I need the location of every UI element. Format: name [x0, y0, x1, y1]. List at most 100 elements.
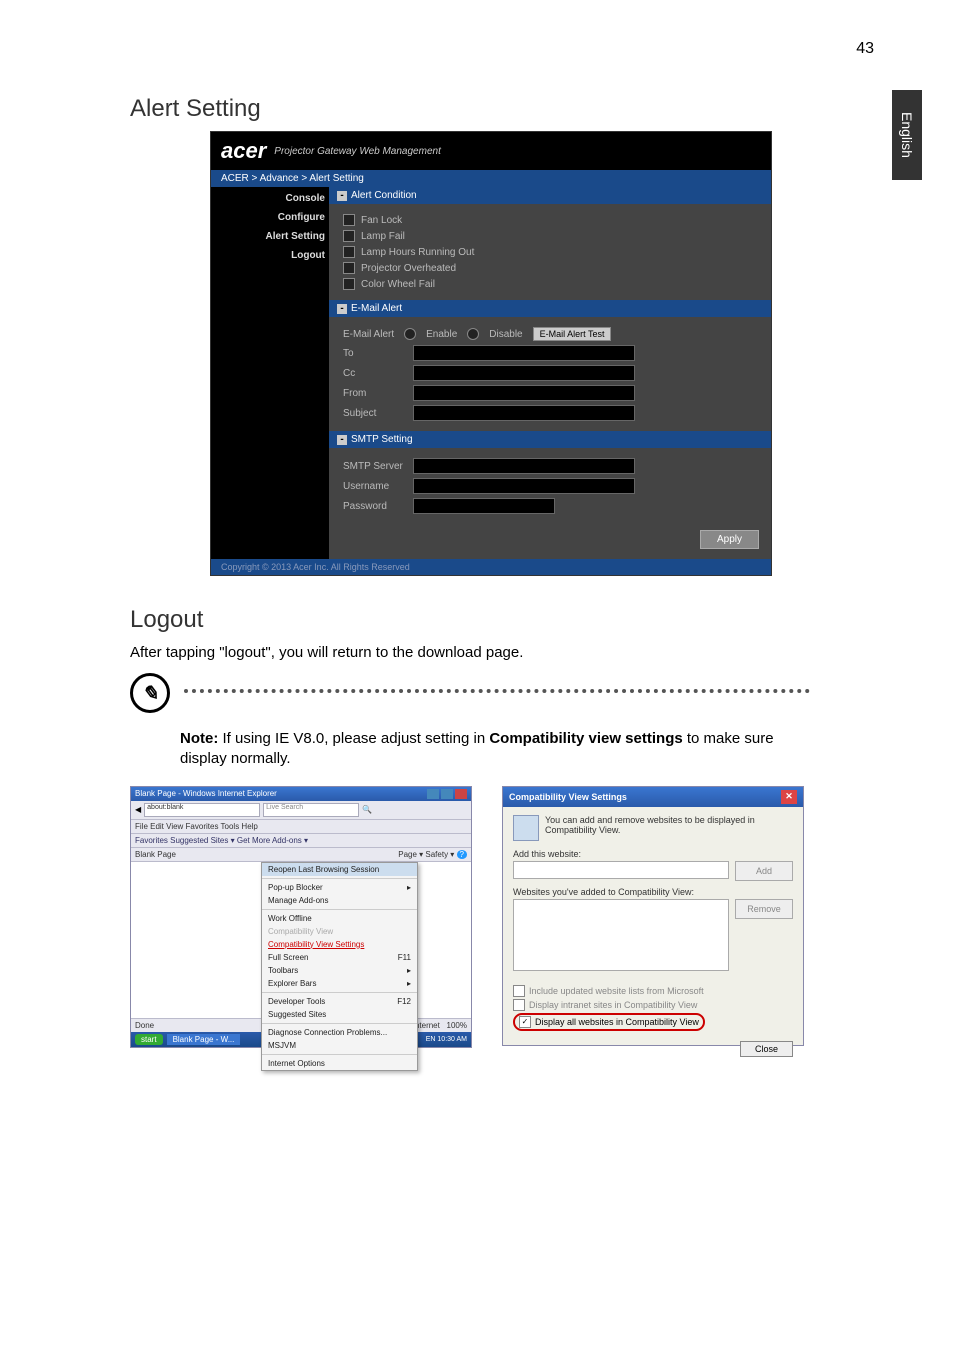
menu-configure[interactable]: Configure	[278, 212, 325, 223]
ie-favorites-bar[interactable]: Favorites Suggested Sites ▾ Get More Add…	[131, 834, 471, 848]
check-label: Fan Lock	[361, 215, 402, 226]
menu-toolbars[interactable]: Toolbars▸	[262, 964, 417, 977]
menu-internet-options[interactable]: Internet Options	[262, 1057, 417, 1070]
smtp-pass-input[interactable]	[413, 498, 555, 514]
menu-separator	[262, 992, 417, 993]
menu-suggested[interactable]: Suggested Sites	[262, 1008, 417, 1021]
to-input[interactable]	[413, 345, 635, 361]
mi-shortcut: F11	[398, 953, 411, 962]
checkbox-icon	[343, 214, 355, 226]
menu-alert-setting[interactable]: Alert Setting	[266, 231, 325, 242]
compat-dialog: Compatibility View Settings ✕ You can ad…	[502, 786, 804, 1046]
apply-button[interactable]: Apply	[700, 530, 759, 549]
radio-disable[interactable]	[467, 328, 479, 340]
search-icon[interactable]: 🔍	[362, 805, 372, 814]
from-input[interactable]	[413, 385, 635, 401]
check-overheat[interactable]: Projector Overheated	[343, 262, 757, 274]
close-button[interactable]: Close	[740, 1041, 793, 1057]
radio-enable[interactable]	[404, 328, 416, 340]
menu-offline[interactable]: Work Offline	[262, 912, 417, 925]
search-input[interactable]: Live Search	[263, 803, 359, 817]
acer-logo: acer	[221, 138, 266, 164]
check-label: Projector Overheated	[361, 263, 456, 274]
acer-subtitle: Projector Gateway Web Management	[274, 146, 441, 157]
mi-label: MSJVM	[268, 1041, 296, 1050]
check-display-all[interactable]: ✓ Display all websites in Compatibility V…	[513, 1013, 705, 1031]
check-intranet[interactable]: Display intranet sites in Compatibility …	[513, 999, 793, 1011]
menu-console[interactable]: Console	[286, 193, 325, 204]
compat-titlebar: Compatibility View Settings ✕	[503, 787, 803, 807]
menu-msjvm[interactable]: MSJVM	[262, 1039, 417, 1052]
compat-icon	[513, 815, 539, 841]
group-alert-condition[interactable]: - Alert Condition	[329, 187, 771, 204]
subject-input[interactable]	[413, 405, 635, 421]
group-email-label: E-Mail Alert	[351, 303, 402, 314]
smtp-server-input[interactable]	[413, 458, 635, 474]
check-label: Display intranet sites in Compatibility …	[529, 1000, 697, 1010]
cc-input[interactable]	[413, 365, 635, 381]
status-zoom: 100%	[447, 1021, 467, 1030]
collapse-icon: -	[337, 435, 347, 445]
menu-compat-view[interactable]: Compatibility View	[262, 925, 417, 938]
check-color-wheel[interactable]: Color Wheel Fail	[343, 278, 757, 290]
start-button[interactable]: start	[135, 1034, 163, 1045]
check-include-updated[interactable]: Include updated website lists from Micro…	[513, 985, 793, 997]
email-alert-label: E-Mail Alert	[343, 329, 394, 340]
ie-toolbar-right[interactable]: Page ▾ Safety ▾ ?	[398, 850, 467, 859]
check-label: Display all websites in Compatibility Vi…	[535, 1017, 699, 1027]
ie-tab-bar: Blank Page Page ▾ Safety ▾ ?	[131, 848, 471, 862]
group-smtp[interactable]: - SMTP Setting	[329, 431, 771, 448]
close-icon[interactable]	[455, 789, 467, 799]
check-lamp-hours[interactable]: Lamp Hours Running Out	[343, 246, 757, 258]
minimize-icon[interactable]	[427, 789, 439, 799]
checkbox-icon: ✓	[519, 1016, 531, 1028]
remove-button[interactable]: Remove	[735, 899, 793, 919]
menu-compat-settings[interactable]: Compatibility View Settings	[262, 938, 417, 951]
ie-tab[interactable]: Blank Page	[135, 850, 176, 859]
add-button[interactable]: Add	[735, 861, 793, 881]
maximize-icon[interactable]	[441, 789, 453, 799]
collapse-icon: -	[337, 304, 347, 314]
ie-menubar[interactable]: File Edit View Favorites Tools Help	[131, 820, 471, 834]
menu-devtools[interactable]: Developer ToolsF12	[262, 995, 417, 1008]
mi-shortcut: F12	[397, 997, 411, 1006]
menu-separator	[262, 909, 417, 910]
group-email-alert[interactable]: - E-Mail Alert	[329, 300, 771, 317]
email-test-button[interactable]: E-Mail Alert Test	[533, 327, 612, 341]
compat-body: You can add and remove websites to be di…	[503, 807, 803, 1041]
menu-diagnose[interactable]: Diagnose Connection Problems...	[262, 1026, 417, 1039]
acer-main: - Alert Condition Fan Lock Lamp Fail Lam…	[329, 187, 771, 559]
website-list[interactable]	[513, 899, 729, 971]
mi-label: Compatibility View Settings	[268, 940, 364, 949]
check-label: Color Wheel Fail	[361, 279, 435, 290]
status-zone: Internet 100%	[413, 1021, 467, 1030]
task-item[interactable]: Blank Page - W...	[167, 1034, 241, 1045]
logout-text: After tapping "logout", you will return …	[130, 644, 810, 661]
menu-logout[interactable]: Logout	[291, 250, 325, 261]
close-icon[interactable]: ✕	[781, 790, 797, 804]
menu-separator	[262, 1023, 417, 1024]
check-fan-lock[interactable]: Fan Lock	[343, 214, 757, 226]
check-lamp-fail[interactable]: Lamp Fail	[343, 230, 757, 242]
note-divider	[184, 689, 810, 693]
menu-addons[interactable]: Manage Add-ons	[262, 894, 417, 907]
compat-title: Compatibility View Settings	[509, 792, 627, 802]
mi-label: Explorer Bars	[268, 979, 316, 988]
ie-address-bar: ◀ about:blank Live Search 🔍	[131, 801, 471, 820]
help-icon[interactable]: ?	[457, 850, 467, 859]
menu-reopen[interactable]: Reopen Last Browsing Session	[262, 863, 417, 876]
page-number: 43	[856, 40, 874, 58]
note-prefix: Note:	[180, 730, 218, 747]
alert-condition-body: Fan Lock Lamp Fail Lamp Hours Running Ou…	[329, 204, 771, 300]
smtp-user-input[interactable]	[413, 478, 635, 494]
menu-explorer[interactable]: Explorer Bars▸	[262, 977, 417, 990]
smtp-server-label: SMTP Server	[343, 461, 413, 472]
back-icon[interactable]: ◀	[135, 805, 141, 814]
mi-label: Suggested Sites	[268, 1010, 326, 1019]
add-website-input[interactable]	[513, 861, 729, 879]
address-input[interactable]: about:blank	[144, 803, 260, 817]
menu-fullscreen[interactable]: Full ScreenF11	[262, 951, 417, 964]
main-content: Alert Setting acer Projector Gateway Web…	[130, 95, 810, 1048]
menu-popup[interactable]: Pop-up Blocker▸	[262, 881, 417, 894]
checkbox-icon	[513, 999, 525, 1011]
